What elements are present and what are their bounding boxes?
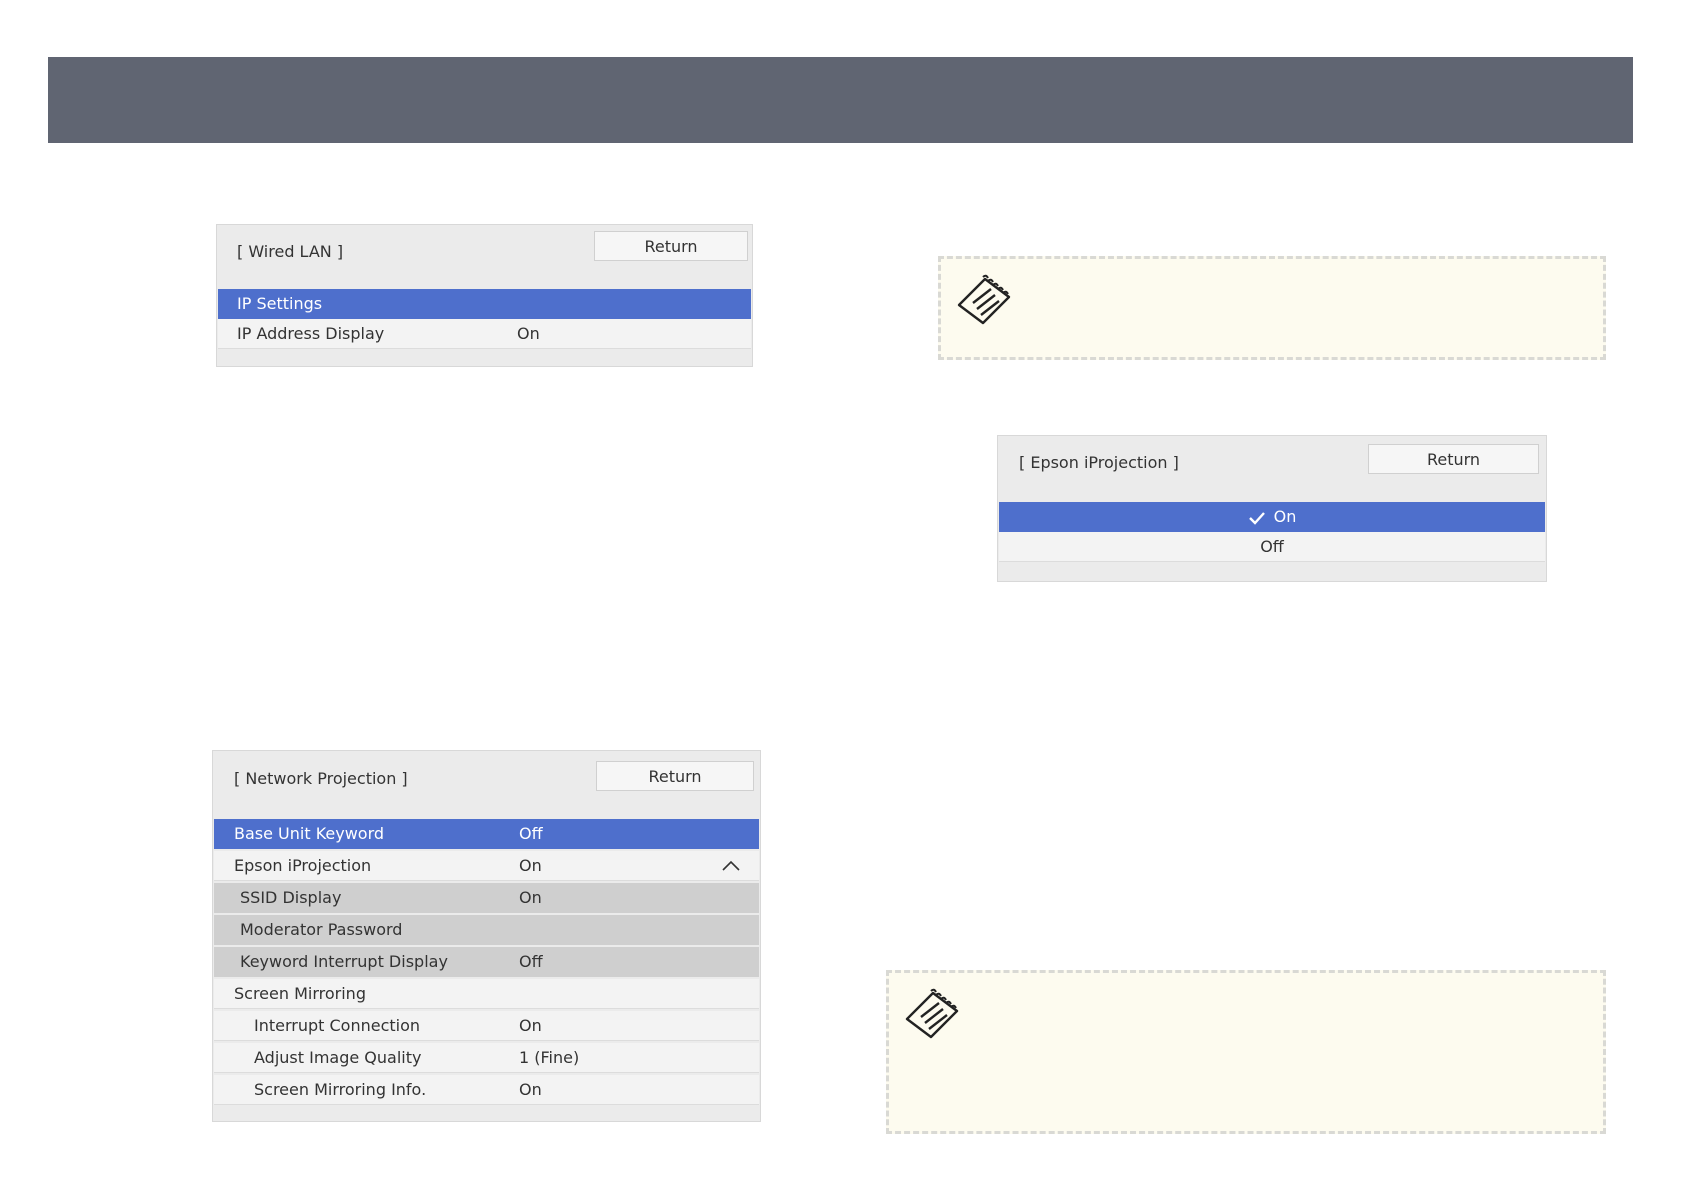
row-value: On [519,856,542,875]
menu-row-ip-settings[interactable]: IP Settings [218,289,751,319]
menu-row-screen-mirroring[interactable]: Screen Mirroring [214,979,759,1009]
page-header-bar [48,57,1633,143]
row-label: SSID Display [240,888,342,907]
note-box [938,256,1606,360]
menu-row-screen-mirroring-info[interactable]: Screen Mirroring Info. On [214,1075,759,1105]
option-label: On [1273,507,1297,526]
menu-row-base-unit-keyword[interactable]: Base Unit Keyword Off [214,819,759,849]
row-value: On [517,324,540,343]
return-button[interactable]: Return [596,761,754,791]
menu-row-adjust-image-quality[interactable]: Adjust Image Quality 1 (Fine) [214,1043,759,1073]
row-value: On [519,888,542,907]
option-on[interactable]: On [999,502,1545,532]
row-value: Off [519,952,543,971]
row-label: Keyword Interrupt Display [240,952,448,971]
option-off[interactable]: Off [999,532,1545,562]
row-label: IP Address Display [237,324,385,343]
row-label: Base Unit Keyword [234,824,385,843]
row-value: 1 (Fine) [519,1048,580,1067]
menu-row-interrupt-connection[interactable]: Interrupt Connection On [214,1011,759,1041]
row-label: Moderator Password [240,920,403,939]
menu-row-epson-iprojection[interactable]: Epson iProjection On [214,851,759,881]
menu-row-moderator-password[interactable]: Moderator Password [214,915,759,945]
menu-row-ssid-display[interactable]: SSID Display On [214,883,759,913]
network-projection-menu: [ Network Projection ] Return Base Unit … [212,750,761,1122]
row-label: Epson iProjection [234,856,372,875]
note-pad-icon [957,274,1011,325]
note-box [886,970,1606,1134]
chevron-up-icon[interactable] [721,860,741,872]
menu-title: [ Network Projection ] [234,769,408,788]
row-label: Screen Mirroring Info. [254,1080,427,1099]
wired-lan-menu: [ Wired LAN ] Return IP Settings IP Addr… [216,224,753,367]
row-value: On [519,1080,542,1099]
row-label: Screen Mirroring [234,984,366,1003]
return-button[interactable]: Return [594,231,748,261]
return-button[interactable]: Return [1368,444,1539,474]
epson-iprojection-menu: [ Epson iProjection ] Return On Off [997,435,1547,582]
note-pad-icon [905,988,959,1039]
row-value: Off [519,824,543,843]
row-label: Interrupt Connection [254,1016,421,1035]
row-value: On [519,1016,542,1035]
menu-title: [ Epson iProjection ] [1019,453,1179,472]
menu-row-keyword-interrupt-display[interactable]: Keyword Interrupt Display Off [214,947,759,977]
menu-row-ip-address-display[interactable]: IP Address Display On [218,319,751,349]
menu-title: [ Wired LAN ] [237,242,344,261]
row-label: IP Settings [237,294,323,313]
checkmark-icon [1248,511,1265,525]
option-label: Off [1260,537,1284,556]
row-label: Adjust Image Quality [254,1048,422,1067]
